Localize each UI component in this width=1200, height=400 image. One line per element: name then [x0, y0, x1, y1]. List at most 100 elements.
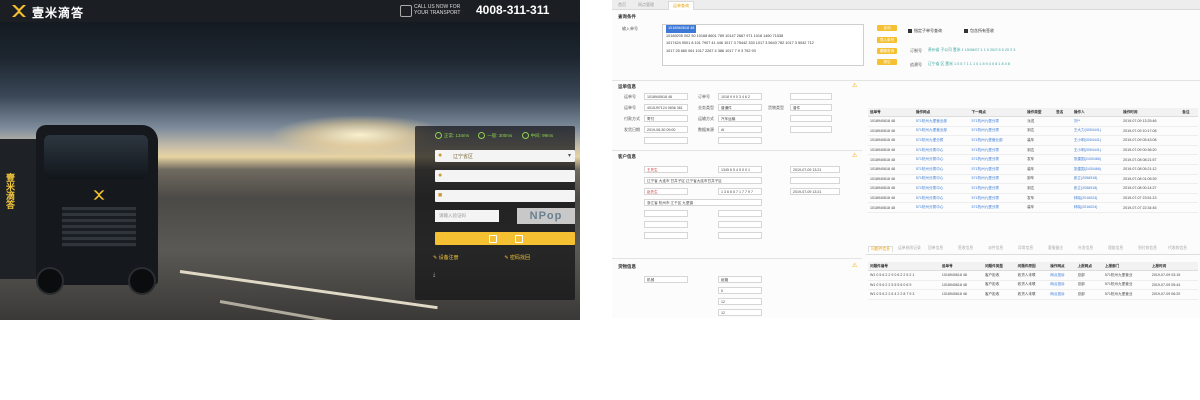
password-recover-link[interactable]: ✎ 密码找回	[504, 254, 574, 261]
user-icon: ●	[438, 152, 443, 159]
transport-value[interactable]: 汽车运输	[718, 115, 762, 122]
empty-field[interactable]	[644, 137, 688, 144]
note-label: 订制号	[910, 48, 922, 53]
empty-field[interactable]	[790, 115, 832, 122]
empty-field[interactable]	[790, 93, 832, 100]
table-cell[interactable]: 1018940618 48	[868, 164, 914, 175]
send-date-value[interactable]: 2019-06-30 09:00	[644, 126, 688, 133]
sender-address[interactable]: 辽宁省 大连市 甘井子区 辽宁省大连市甘井子区	[644, 177, 762, 184]
receiver-phone[interactable]: 1 3 6 6 5 7 1 7 7 9 7	[718, 188, 762, 195]
waybill-code-value[interactable]: 4015J97124 0836 361	[644, 104, 688, 111]
detail-tab[interactable]: 派件信息	[988, 246, 1003, 251]
business-type-value[interactable]: 普通件	[718, 104, 762, 111]
table-row[interactable]: 1018940618 48 571杭州分拨中心 571杭州九堡分拨 到达 王小明(305…	[868, 145, 1198, 156]
username-field[interactable]: ●	[435, 170, 575, 182]
table-cell[interactable]: 1018940618 48	[868, 145, 914, 156]
trace-link[interactable]: 辽宁省 区 壹米 1 0 5 7 1 1 1 0 1 8 9 4 0 6 1 8…	[928, 62, 1010, 67]
arrive-time[interactable]: 2019-07-09 13:21	[790, 166, 840, 173]
table-cell[interactable]: 1018940618 48	[868, 202, 914, 213]
table-row[interactable]: 1018940618 48 571杭州分拨中心 571杭州九堡分拨 装车 林晓(2016…	[868, 202, 1198, 213]
fee[interactable]: 12	[718, 309, 762, 316]
order-no-value[interactable]: 1018 9 9 0 3 4 6 2	[718, 93, 762, 100]
tab-home[interactable]: 首页	[614, 1, 630, 9]
table-row[interactable]: 1018940618 48 571杭州分拨中心 571杭州九堡分拨 卸车 彭立(2058…	[868, 174, 1198, 185]
table-cell[interactable]: 1018940618 48	[868, 154, 914, 165]
waybill-no-value[interactable]: 1018940618 48	[644, 93, 688, 100]
detail-tab[interactable]: 代收款信息	[1168, 246, 1187, 251]
login-icon	[515, 235, 523, 243]
table-row[interactable]: 1018940618 48 571杭州九堡分拨 571杭州九堡营业部 装车 王小明(30…	[868, 135, 1198, 146]
waybill-input[interactable]: 1018940618 48 10189205 002 50 10168 8601…	[662, 24, 864, 66]
password-field[interactable]: ■	[435, 190, 575, 202]
chevron-down-icon: ▾	[567, 153, 571, 159]
goods-name[interactable]: 机械	[644, 276, 688, 283]
detail-tab[interactable]: 问题件信息	[868, 246, 893, 252]
clear-button[interactable]: 清空	[877, 59, 897, 65]
captcha-image[interactable]: NPop	[517, 208, 575, 224]
table-row[interactable]: W1 0 5 6 2 2 6 4 2 2 8 7 9 3 1018940618 4…	[868, 289, 1198, 300]
empty-field[interactable]	[644, 210, 688, 217]
sender-phone[interactable]: 1345 6 5 4 5 0 0 1	[718, 166, 762, 173]
table-cell	[1054, 135, 1072, 146]
table-cell[interactable]: 1018940618 48	[868, 135, 914, 146]
table-cell[interactable]: 1018940618 48	[868, 183, 914, 194]
empty-field[interactable]	[718, 232, 762, 239]
tab-waybill-query[interactable]: 运单查询	[668, 1, 694, 10]
data-source-value[interactable]: AI	[718, 126, 762, 133]
table-row[interactable]: 1018940618 48 571杭州九堡营业部 571杭州九堡分拨 到达 王大力(30…	[868, 126, 1198, 137]
table-row[interactable]: W1 0 5 6 2 2 9 0 6 2 2 5 2 1 1018940618 4…	[868, 270, 1198, 281]
table-cell[interactable]: 1018940618 48	[868, 193, 914, 204]
table-row[interactable]: W1 0 5 6 2 2 5 5 5 6 0 6 9 1018940618 48 客…	[868, 280, 1198, 291]
receiver-name[interactable]: 赵先生	[644, 188, 688, 195]
detail-tab[interactable]: 理赔信息	[1108, 246, 1123, 251]
detail-tab[interactable]: 外发信息	[1078, 246, 1093, 251]
table-row[interactable]: 1018940618 48 571杭州分拨中心 571杭州九堡分拨 到达 彭立(2058…	[868, 183, 1198, 194]
goods-type-value[interactable]: 普件	[790, 104, 832, 111]
detail-tab[interactable]: 签收信息	[958, 246, 973, 251]
empty-field[interactable]	[790, 177, 840, 184]
device-register-link[interactable]: ✎ 设备注册	[433, 254, 503, 261]
table-cell: 1018940618 48	[939, 280, 983, 291]
detail-tab[interactable]: 运单修改记录	[898, 246, 921, 251]
sender-name[interactable]: 王先生	[644, 166, 688, 173]
table-cell[interactable]: 网点投诉	[1048, 289, 1076, 300]
captcha-input[interactable]: 请输入验证码	[435, 210, 499, 222]
tab-network[interactable]: 网点管理	[634, 1, 658, 9]
empty-field[interactable]	[718, 137, 762, 144]
table-row[interactable]: 1018940618 48 571杭州分拨中心 571杭州九堡分拨 发车 林晓(2016…	[868, 193, 1198, 204]
region-select[interactable]: ● 辽宁省区 ▾	[435, 150, 575, 162]
table-cell: 张建国(2430466)	[1071, 164, 1122, 175]
login-button[interactable]	[435, 232, 575, 245]
table-cell[interactable]: 1018940618 48	[868, 116, 914, 127]
table-cell[interactable]: 1018940618 48	[868, 174, 914, 185]
volume[interactable]: 12	[718, 298, 762, 305]
detail-tab[interactable]: 到付款信息	[1138, 246, 1157, 251]
query-button[interactable]: 查询	[877, 25, 897, 31]
table-row[interactable]: 1018940618 48 571杭州分拨中心 571杭州九堡分拨 装车 张建国(243…	[868, 164, 1198, 175]
detail-tab[interactable]: 回单信息	[928, 246, 943, 251]
empty-field[interactable]	[718, 210, 762, 217]
payment-value[interactable]: 寄付	[644, 115, 688, 122]
table-cell[interactable]: 1018940618 48	[868, 126, 914, 137]
weight[interactable]: 5	[718, 287, 762, 294]
table-row[interactable]: 1018940618 48 571杭州分拨中心 571杭州九堡分拨 发车 张建国(243…	[868, 154, 1198, 165]
fuzzy-query-button[interactable]: 模糊查询	[877, 48, 897, 54]
empty-field[interactable]	[644, 221, 688, 228]
table-cell: W1 0 5 6 2 2 9 0 6 2 2 5 2 1	[868, 270, 940, 281]
all-sign-checkbox[interactable]: 包含所有签收	[964, 28, 994, 34]
download-icon[interactable]: ⤓	[433, 272, 435, 278]
import-button[interactable]: 导入单号	[877, 37, 897, 43]
sub-waybill-checkbox[interactable]: 指定子单号查询	[908, 28, 942, 34]
table-cell[interactable]: 网点投诉	[1048, 270, 1076, 281]
empty-field[interactable]	[644, 232, 688, 239]
receiver-address[interactable]: 浙江省 杭州市 江干区 九堡镇	[644, 199, 762, 206]
package[interactable]: 纸箱	[718, 276, 762, 283]
empty-field[interactable]	[718, 221, 762, 228]
empty-field[interactable]	[790, 126, 832, 133]
table-cell[interactable]: 网点投诉	[1048, 280, 1076, 291]
detail-tab[interactable]: 客服备注	[1048, 246, 1063, 251]
detail-tab[interactable]: 异常信息	[1018, 246, 1033, 251]
arrive-time-2[interactable]: 2019-07-09 13:21	[790, 188, 840, 195]
note-link[interactable]: 贵州省 子公司 壹米 1 15/08/07 1 1 0 20/2 5 5 20 …	[928, 48, 1015, 53]
table-row[interactable]: 1018940618 48 571杭州九堡营业部 571杭州九堡分拨 派送 刘** 201…	[868, 116, 1198, 127]
